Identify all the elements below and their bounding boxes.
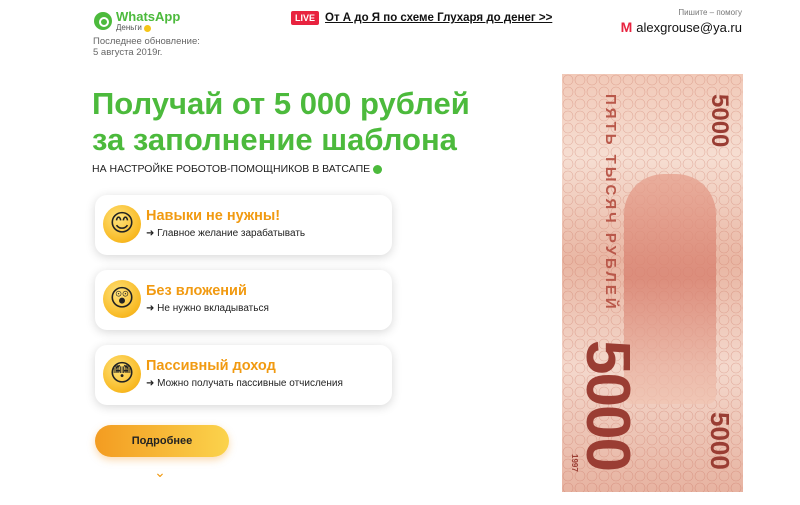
flushed-emoji-icon: 😳 [103,355,141,393]
page-headline: Получай от 5 000 рублей за заполнение ша… [92,86,470,157]
feature-desc: ➜ Можно получать пассивные отчисления [146,378,343,389]
banknote-corner-top: 5000 [706,94,733,148]
banknote-image: ПЯТЬ ТЫСЯЧ РУБЛЕЙ 5000 5000 1997 5000 [562,74,743,492]
last-updated: Последнее обновление: 5 августа 2019г. [93,36,200,58]
banknote-words: ПЯТЬ ТЫСЯЧ РУБЛЕЙ [602,94,619,312]
logo-title: WhatsApp [116,9,181,24]
banknote-year: 1997 [570,454,579,472]
page-subhead: НА НАСТРОЙКЕ РОБОТОВ-ПОМОЩНИКОВ В ВАТСАП… [92,163,383,175]
chevron-down-icon[interactable]: ⌄ [153,465,167,479]
live-badge: LIVE [291,11,320,25]
surprised-emoji-icon: 😲 [103,280,141,318]
feature-desc: ➜ Не нужно вкладываться [146,303,269,314]
live-banner[interactable]: LIVE От А до Я по схеме Глухаря до денег… [291,11,552,25]
feature-title: Навыки не нужны! [146,208,281,224]
feature-card-investment: 😲 Без вложений ➜ Не нужно вкладываться [95,270,392,330]
live-link[interactable]: От А до Я по схеме Глухаря до денег >> [325,12,552,24]
banknote-corner-bottom: 5000 [705,412,735,470]
logo-subtitle: Деньги [116,23,142,32]
landing-page: WhatsApp Деньги Последнее обновление: 5 … [0,0,800,505]
whatsapp-small-icon [373,164,383,174]
feature-title: Пассивный доход [146,358,276,374]
contact-block: Пишите – помогу M alexgrouse@ya.ru [621,8,742,35]
smile-emoji-icon: 😊 [103,205,141,243]
logo[interactable]: WhatsApp Деньги [94,10,180,32]
banknote-value: 5000 [573,340,642,470]
whatsapp-icon [94,12,112,30]
mail-icon: M [620,19,633,35]
feature-card-skills: 😊 Навыки не нужны! ➜ Главное желание зар… [95,195,392,255]
contact-hint: Пишите – помогу [678,8,742,17]
contact-email[interactable]: alexgrouse@ya.ru [636,20,742,35]
feature-desc: ➜ Главное желание зарабатывать [146,228,306,239]
coin-icon [143,24,151,32]
feature-title: Без вложений [146,283,247,299]
feature-card-passive: 😳 Пассивный доход ➜ Можно получать пасси… [95,345,392,405]
more-button[interactable]: Подробнее [95,425,229,457]
